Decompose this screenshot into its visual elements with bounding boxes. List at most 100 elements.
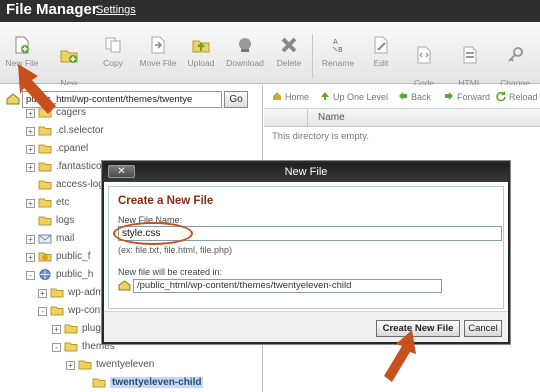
tree-item-label: public_f — [56, 251, 91, 262]
tree-item-label: wp-cont — [68, 305, 104, 316]
dialog-body: Create a New File New File Name: (ex: fi… — [108, 186, 504, 309]
go-button[interactable]: Go — [224, 91, 248, 108]
folder-icon — [38, 198, 52, 208]
download-button[interactable]: Download — [224, 36, 266, 68]
dialog-title-bar: New File ✕ — [104, 163, 508, 182]
tree-item-label: plugi — [82, 323, 104, 334]
home-icon — [273, 92, 281, 100]
expand-toggle[interactable]: + — [26, 127, 35, 136]
tree-item-label: cagers — [56, 107, 87, 118]
expand-toggle[interactable]: + — [52, 325, 61, 334]
tree-item-label: .fantastico — [56, 161, 102, 172]
location-label: New file will be created in: — [118, 267, 223, 277]
home-nav-label: Home — [285, 92, 310, 102]
tree-item-label: etc — [56, 197, 70, 208]
upload-icon — [192, 40, 210, 53]
dialog-heading: Create a New File — [118, 195, 214, 207]
reload-icon — [496, 91, 506, 101]
collapse-toggle[interactable]: - — [52, 343, 61, 352]
collapse-toggle[interactable]: - — [26, 271, 35, 280]
expand-toggle[interactable]: + — [26, 145, 35, 154]
file-name-example: (ex: file.txt, file.html, file.php) — [118, 245, 233, 255]
permissions-icon — [508, 47, 523, 62]
rename-icon: AB — [332, 38, 343, 54]
download-label: Download — [226, 58, 264, 68]
delete-label: Delete — [276, 58, 302, 68]
edit-icon — [374, 36, 388, 54]
cancel-button[interactable]: Cancel — [464, 320, 502, 337]
expand-toggle[interactable]: + — [26, 253, 35, 262]
new-file-dialog: New File ✕ Create a New File New File Na… — [102, 161, 510, 344]
download-icon — [239, 38, 251, 52]
close-button[interactable]: ✕ — [108, 165, 135, 178]
reload-label: Reload — [509, 92, 538, 102]
tree-item-label: logs — [56, 215, 75, 226]
toolbar-separator — [312, 34, 313, 78]
folder-icon — [50, 288, 64, 298]
delete-icon — [281, 37, 297, 53]
up-level-icon — [321, 92, 329, 100]
up-one-level-button[interactable]: Up One Level — [320, 91, 388, 102]
reload-button[interactable]: Reload — [496, 91, 538, 102]
annotation-arrow-create — [384, 330, 416, 382]
rename-button[interactable]: AB Rename — [320, 36, 356, 68]
settings-link[interactable]: Settings — [96, 4, 136, 16]
edit-label: Edit — [373, 58, 389, 68]
html-editor-icon — [463, 46, 477, 64]
svg-text:B: B — [338, 46, 343, 54]
folder-icon — [64, 324, 78, 334]
expand-toggle[interactable]: + — [38, 289, 47, 298]
home-nav-button[interactable]: Home — [272, 91, 309, 102]
expand-toggle[interactable]: + — [66, 361, 75, 370]
new-file-icon — [15, 36, 29, 54]
file-list-header: Name — [264, 109, 540, 127]
toolbar: New File New Folder Copy Move File Uploa… — [0, 22, 540, 98]
forward-label: Forward — [457, 92, 491, 102]
folder-icon — [50, 306, 64, 316]
back-button[interactable]: Back — [398, 91, 431, 102]
folder-icon — [38, 216, 52, 226]
move-file-icon — [151, 36, 165, 54]
forward-button[interactable]: Forward — [444, 91, 490, 102]
expand-toggle[interactable]: + — [26, 199, 35, 208]
tree-item-label: twentyeleven — [96, 359, 155, 370]
location-field[interactable]: /public_html/wp-content/themes/twentyele… — [133, 279, 442, 293]
app-header: File Manager Settings — [0, 0, 540, 22]
expand-toggle[interactable]: + — [26, 163, 35, 172]
folder-icon — [38, 126, 52, 136]
folder-icon — [92, 378, 106, 388]
move-file-button[interactable]: Move File — [136, 36, 180, 68]
code-editor-icon — [417, 46, 431, 64]
tree-item-label: mail — [56, 233, 75, 244]
highlight-circle — [113, 222, 193, 245]
dialog-footer: Create New File Cancel — [104, 311, 508, 342]
svg-text:A: A — [333, 38, 338, 46]
folder-icon — [38, 180, 52, 190]
tree-item-label: public_h — [56, 269, 94, 280]
close-icon: ✕ — [117, 166, 126, 177]
tree-item-label: twentyeleven-child — [110, 377, 204, 388]
delete-button[interactable]: Delete — [274, 36, 304, 68]
edit-button[interactable]: Edit — [368, 36, 394, 68]
upload-button[interactable]: Upload — [186, 36, 216, 68]
empty-directory-message: This directory is empty. — [272, 131, 369, 142]
move-file-label: Move File — [139, 58, 177, 68]
select-column-header[interactable] — [264, 109, 308, 127]
upload-label: Upload — [187, 58, 215, 68]
expand-toggle[interactable]: + — [26, 235, 35, 244]
name-column-header[interactable]: Name — [318, 112, 345, 123]
tree-item-label: access-logs — [56, 179, 109, 190]
collapse-toggle[interactable]: - — [38, 307, 47, 316]
folder-icon — [38, 162, 52, 172]
tree-item-label: .cpanel — [56, 143, 89, 154]
new-folder-icon — [60, 50, 78, 63]
rename-label: Rename — [321, 58, 355, 68]
dialog-title: New File — [284, 166, 328, 178]
app-title: File Manager — [6, 1, 98, 18]
copy-button[interactable]: Copy — [98, 36, 128, 68]
annotation-arrow-toolbar — [18, 64, 56, 114]
up-one-level-label: Up One Level — [333, 92, 389, 102]
copy-icon — [105, 37, 121, 53]
forward-icon — [445, 92, 453, 100]
file-nav-bar: Home Up One Level Back Forward Reload — [264, 85, 540, 109]
